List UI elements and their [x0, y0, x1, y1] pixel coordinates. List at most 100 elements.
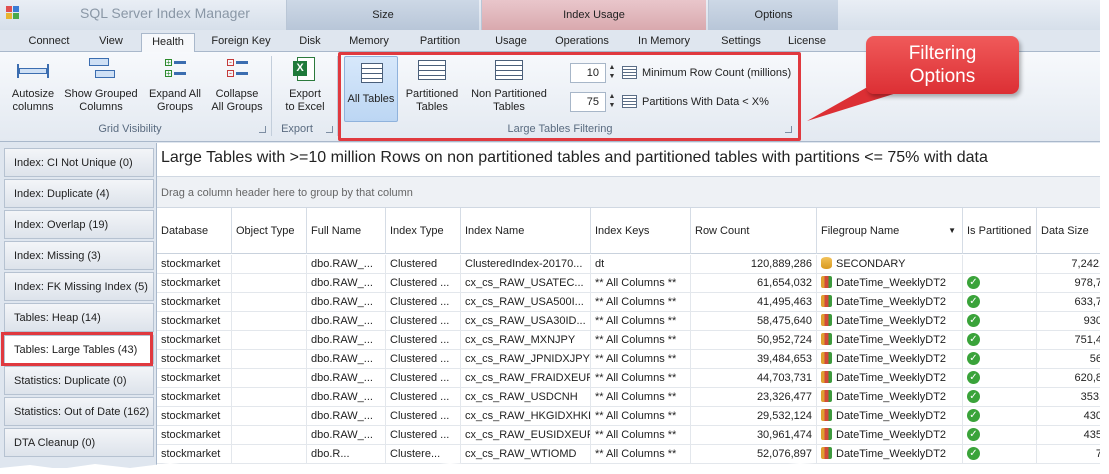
- col-database-cell: stockmarket: [157, 312, 232, 331]
- tab-license[interactable]: License: [782, 33, 832, 52]
- filegroup-name-text: DateTime_WeeklyDT2: [836, 353, 947, 365]
- col-row-count-cell: 61,654,032: [691, 274, 817, 293]
- export-group-label: Export: [281, 123, 313, 135]
- col-index-keys-cell: ** All Columns **: [591, 445, 691, 464]
- table-row[interactable]: stockmarket dbo.RAW_... Clustered ... cx_cs…: [157, 388, 1100, 407]
- col-is-partitioned-cell: [963, 255, 1037, 274]
- col-object-type-header[interactable]: Object Type: [232, 208, 307, 254]
- collapse-all-groups-button[interactable]: - - Collapse All Groups: [208, 56, 266, 114]
- export-launcher-icon[interactable]: [326, 126, 333, 133]
- col-database-cell: stockmarket: [157, 331, 232, 350]
- table-row[interactable]: stockmarket dbo.R... Clustere... cx_cs_RAW_…: [157, 445, 1100, 464]
- check-icon: ✓: [967, 275, 980, 289]
- tab-foreign-key[interactable]: Foreign Key: [203, 33, 279, 52]
- check-icon: ✓: [967, 351, 980, 365]
- col-object-type-cell: [232, 407, 307, 426]
- filter-dropdown-icon[interactable]: ▼: [948, 208, 956, 254]
- col-full-name-header[interactable]: Full Name: [307, 208, 386, 254]
- table-row[interactable]: stockmarket dbo.RAW_... Clustered ... cx_cs…: [157, 312, 1100, 331]
- filtering-options-callout: Filtering Options: [866, 36, 1019, 94]
- col-data-size-cell: 353,: [1037, 388, 1100, 407]
- partition-scheme-icon: [821, 447, 832, 460]
- sidebar-item-index-ci-not-unique[interactable]: Index: CI Not Unique (0): [4, 148, 154, 177]
- col-data-size-cell: 435: [1037, 426, 1100, 445]
- partition-scheme-icon: [821, 390, 832, 403]
- col-index-name-cell: cx_cs_RAW_EUSIDXEUR: [461, 426, 591, 445]
- col-filegroup-name-header[interactable]: Filegroup Name ▼: [817, 208, 963, 254]
- grid-visibility-launcher-icon[interactable]: [259, 126, 266, 133]
- database-icon: [821, 257, 832, 270]
- sidebar-item-index-missing[interactable]: Index: Missing (3): [4, 241, 154, 270]
- col-data-size-cell: 978,7: [1037, 274, 1100, 293]
- tab-usage[interactable]: Usage: [490, 33, 532, 52]
- title-bar: SQL Server Index Manager Size Index Usag…: [0, 0, 1100, 30]
- table-row[interactable]: stockmarket dbo.RAW_... Clustered ... cx_cs…: [157, 274, 1100, 293]
- col-index-type-header[interactable]: Index Type: [386, 208, 461, 254]
- sidebar: Index: CI Not Unique (0) Index: Duplicat…: [0, 143, 155, 468]
- expand-all-groups-button[interactable]: + + Expand All Groups: [144, 56, 206, 114]
- tab-in-memory[interactable]: In Memory: [632, 33, 696, 52]
- col-index-keys-header[interactable]: Index Keys: [591, 208, 691, 254]
- tab-disk[interactable]: Disk: [290, 33, 330, 52]
- col-index-name-cell: cx_cs_RAW_JPNIDXJPY: [461, 350, 591, 369]
- tab-view[interactable]: View: [88, 33, 134, 52]
- col-row-count-cell: 58,475,640: [691, 312, 817, 331]
- autosize-columns-button[interactable]: Autosize columns: [6, 56, 60, 114]
- col-database-header[interactable]: Database: [157, 208, 232, 254]
- sidebar-item-tables-heap[interactable]: Tables: Heap (14): [4, 303, 154, 332]
- col-data-size-cell: 430: [1037, 407, 1100, 426]
- col-is-partitioned-cell: ✓: [963, 388, 1037, 407]
- grid-visibility-group-label: Grid Visibility: [98, 123, 162, 135]
- col-row-count-cell: 30,961,474: [691, 426, 817, 445]
- table-row[interactable]: stockmarket dbo.RAW_... Clustered ... cx_cs…: [157, 407, 1100, 426]
- tab-settings[interactable]: Settings: [716, 33, 766, 52]
- tab-health[interactable]: Health: [141, 33, 195, 53]
- filegroup-name-text: DateTime_WeeklyDT2: [836, 296, 947, 308]
- sidebar-item-dta-cleanup[interactable]: DTA Cleanup (0): [4, 428, 154, 457]
- col-full-name-cell: dbo.RAW_...: [307, 350, 386, 369]
- col-filegroup-name-cell: DateTime_WeeklyDT2: [817, 293, 963, 312]
- tab-connect[interactable]: Connect: [18, 33, 80, 52]
- col-row-count-cell: 120,889,286: [691, 255, 817, 274]
- col-index-name-cell: ClusteredIndex-20170...: [461, 255, 591, 274]
- col-full-name-cell: dbo.RAW_...: [307, 331, 386, 350]
- sidebar-item-index-fk-missing[interactable]: Index: FK Missing Index (5): [4, 272, 154, 301]
- col-data-size-header[interactable]: Data Size: [1037, 208, 1100, 254]
- col-index-name-header[interactable]: Index Name: [461, 208, 591, 254]
- partition-scheme-icon: [821, 295, 832, 308]
- table-row[interactable]: stockmarket dbo.RAW_... Clustered ... cx_cs…: [157, 331, 1100, 350]
- col-data-size-cell: 930: [1037, 312, 1100, 331]
- col-index-type-cell: Clustered ...: [386, 350, 461, 369]
- callout-text: Filtering Options: [908, 43, 977, 87]
- col-is-partitioned-header[interactable]: Is Partitioned: [963, 208, 1037, 254]
- col-row-count-cell: 41,495,463: [691, 293, 817, 312]
- col-filegroup-name-cell: DateTime_WeeklyDT2: [817, 407, 963, 426]
- col-index-name-cell: cx_cs_RAW_USA500I...: [461, 293, 591, 312]
- sidebar-item-statistics-duplicate[interactable]: Statistics: Duplicate (0): [4, 366, 154, 395]
- col-index-type-cell: Clustere...: [386, 445, 461, 464]
- table-row[interactable]: stockmarket dbo.RAW_... Clustered ... cx_cs…: [157, 426, 1100, 445]
- tab-memory[interactable]: Memory: [342, 33, 396, 52]
- sidebar-item-index-duplicate[interactable]: Index: Duplicate (4): [4, 179, 154, 208]
- show-grouped-columns-button[interactable]: Show Grouped Columns: [62, 56, 140, 114]
- filegroup-name-text: DateTime_WeeklyDT2: [836, 448, 947, 460]
- tab-operations[interactable]: Operations: [550, 33, 614, 52]
- col-row-count-header[interactable]: Row Count: [691, 208, 817, 254]
- sidebar-item-statistics-out-of-date[interactable]: Statistics: Out of Date (162): [4, 397, 154, 426]
- table-row[interactable]: stockmarket dbo.RAW_... Clustered ... cx_cs…: [157, 369, 1100, 388]
- tab-group-options: Options: [708, 0, 838, 30]
- col-row-count-cell: 29,532,124: [691, 407, 817, 426]
- filegroup-name-text: DateTime_WeeklyDT2: [836, 391, 947, 403]
- partition-scheme-icon: [821, 276, 832, 289]
- tab-partition[interactable]: Partition: [408, 33, 472, 52]
- sidebar-item-index-overlap[interactable]: Index: Overlap (19): [4, 210, 154, 239]
- table-row[interactable]: stockmarket dbo.RAW_... Clustered Clustered…: [157, 255, 1100, 274]
- group-by-panel[interactable]: Drag a column header here to group by th…: [157, 176, 1100, 208]
- table-row[interactable]: stockmarket dbo.RAW_... Clustered ... cx_cs…: [157, 350, 1100, 369]
- table-row[interactable]: stockmarket dbo.RAW_... Clustered ... cx_cs…: [157, 293, 1100, 312]
- export-to-excel-button[interactable]: X Export to Excel: [278, 56, 332, 114]
- filegroup-name-text: SECONDARY: [836, 258, 906, 270]
- col-index-name-cell: cx_cs_RAW_USATEC...: [461, 274, 591, 293]
- col-object-type-cell: [232, 388, 307, 407]
- partition-scheme-icon: [821, 409, 832, 422]
